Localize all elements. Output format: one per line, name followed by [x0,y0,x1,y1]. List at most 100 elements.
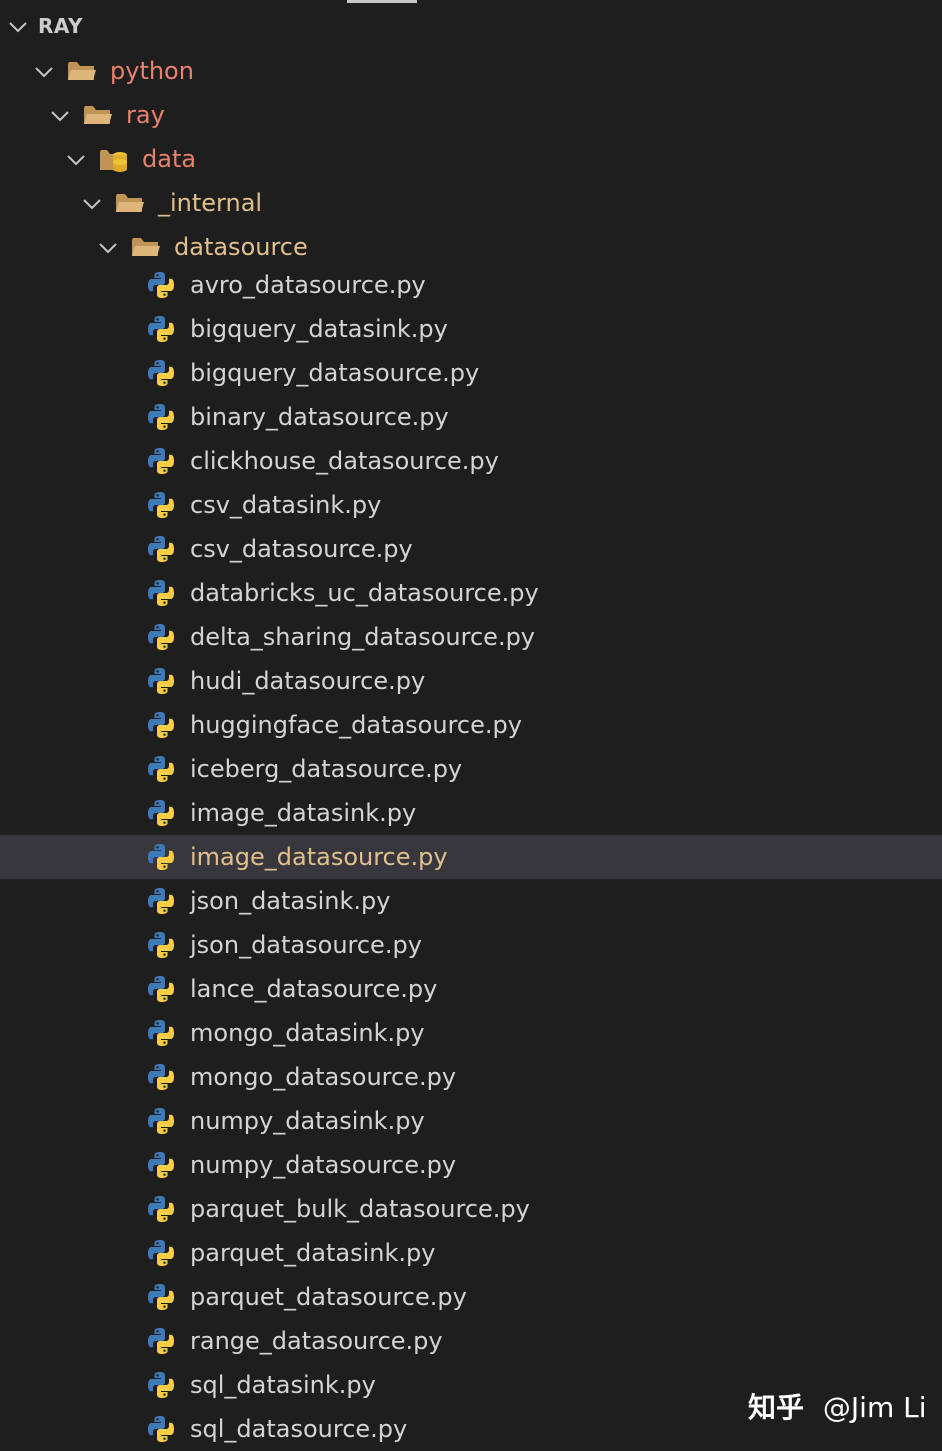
python-icon [146,270,176,304]
tree-label: parquet_datasink.py [190,1239,436,1267]
python-icon [146,1194,176,1228]
tree-label: json_datasource.py [190,931,422,959]
tree-label: bigquery_datasink.py [190,315,448,343]
tree-file-item[interactable]: json_datasource.py [0,923,942,967]
tree-file-item[interactable]: mongo_datasource.py [0,1055,942,1099]
tree-file-item[interactable]: binary_datasource.py [0,395,942,439]
python-icon [146,402,176,436]
tree-file-item[interactable]: databricks_uc_datasource.py [0,571,942,615]
python-icon [146,1326,176,1360]
tree-file-item[interactable]: avro_datasource.py [0,263,942,307]
tree-file-item[interactable]: json_datasink.py [0,879,942,923]
tree-label: python [110,57,194,85]
tree-file-item[interactable]: hudi_datasource.py [0,659,942,703]
chevron-down-icon[interactable] [98,240,118,259]
tree-file-item[interactable]: csv_datasource.py [0,527,942,571]
python-icon [146,666,176,700]
python-icon [146,1018,176,1052]
python-icon [146,710,176,744]
tree-label: sql_datasource.py [190,1415,408,1443]
tree-label: sql_datasink.py [190,1371,376,1399]
folder-open-icon [114,190,146,220]
python-icon [146,1238,176,1272]
tree-label: hudi_datasource.py [190,667,426,695]
python-icon [146,798,176,832]
tree-label: json_datasink.py [190,887,391,915]
watermark-author: @Jim Li [822,1391,927,1424]
tree-label: mongo_datasource.py [190,1063,457,1091]
tree-file-item[interactable]: range_datasource.py [0,1319,942,1363]
tree-label: csv_datasink.py [190,491,382,519]
tree-file-item[interactable]: csv_datasink.py [0,483,942,527]
tree-label: parquet_datasource.py [190,1283,467,1311]
tree-label: ray [126,101,165,129]
python-icon [146,974,176,1008]
tree-file-item[interactable]: mongo_datasink.py [0,1011,942,1055]
tree-label: image_datasink.py [190,799,417,827]
tree-file-item[interactable]: huggingface_datasource.py [0,703,942,747]
tree-folder-python[interactable]: python [0,49,942,93]
chevron-down-icon[interactable] [66,152,86,171]
tree-file-item[interactable]: clickhouse_datasource.py [0,439,942,483]
tree-file-item[interactable]: parquet_datasink.py [0,1231,942,1275]
chevron-down-icon[interactable] [50,108,70,127]
python-icon [146,490,176,524]
tree-label: lance_datasource.py [190,975,438,1003]
tree-file-item[interactable]: numpy_datasink.py [0,1099,942,1143]
python-icon [146,1370,176,1404]
tree-label: numpy_datasink.py [190,1107,425,1135]
tree-file-item[interactable]: numpy_datasource.py [0,1143,942,1187]
top-tab-indicator [347,0,417,3]
tree-label: delta_sharing_datasource.py [190,623,536,651]
tree-label: range_datasource.py [190,1327,443,1355]
tree-file-item[interactable]: parquet_bulk_datasource.py [0,1187,942,1231]
tree-label: bigquery_datasource.py [190,359,480,387]
python-icon [146,314,176,348]
watermark-brand: 知乎 [748,1391,805,1424]
tree-label: image_datasource.py [190,843,448,871]
tree-file-item[interactable]: lance_datasource.py [0,967,942,1011]
folder-open-icon [66,58,98,88]
chevron-down-icon[interactable] [8,19,28,38]
tree-label: numpy_datasource.py [190,1151,457,1179]
tree-label: csv_datasource.py [190,535,413,563]
tree-file-item[interactable]: parquet_datasource.py [0,1275,942,1319]
python-icon [146,930,176,964]
folder-open-icon [82,102,114,132]
tree-label: mongo_datasink.py [190,1019,425,1047]
python-icon [146,1106,176,1140]
chevron-down-icon[interactable] [34,64,54,83]
python-icon [146,622,176,656]
tree-label: _internal [158,189,263,217]
python-icon [146,446,176,480]
tree-label: clickhouse_datasource.py [190,447,499,475]
chevron-down-icon[interactable] [82,196,102,215]
tree-label: parquet_bulk_datasource.py [190,1195,530,1223]
python-icon [146,886,176,920]
tree-folder-ray[interactable]: ray [0,93,942,137]
tree-file-item[interactable]: image_datasource.py [0,835,942,879]
python-icon [146,1062,176,1096]
python-icon [146,534,176,568]
tree-file-item[interactable]: delta_sharing_datasource.py [0,615,942,659]
tree-folder-internal[interactable]: _internal [0,181,942,225]
tree-label: data [142,145,197,173]
python-icon [146,358,176,392]
tree-file-item[interactable]: bigquery_datasource.py [0,351,942,395]
watermark: 知乎 @Jim Li [748,1386,927,1426]
explorer-section-header[interactable]: RAY [0,4,942,48]
tree-label: binary_datasource.py [190,403,449,431]
folder-open-icon [130,234,162,264]
python-icon [146,842,176,876]
python-icon [146,754,176,788]
tree-file-item[interactable]: bigquery_datasink.py [0,307,942,351]
tree-folder-data[interactable]: data [0,137,942,181]
python-icon [146,1150,176,1184]
tree-label: databricks_uc_datasource.py [190,579,539,607]
python-icon [146,1282,176,1316]
tree-label: huggingface_datasource.py [190,711,522,739]
tree-file-item[interactable]: iceberg_datasource.py [0,747,942,791]
tree-label: iceberg_datasource.py [190,755,463,783]
tree-file-item[interactable]: image_datasink.py [0,791,942,835]
python-icon [146,578,176,612]
